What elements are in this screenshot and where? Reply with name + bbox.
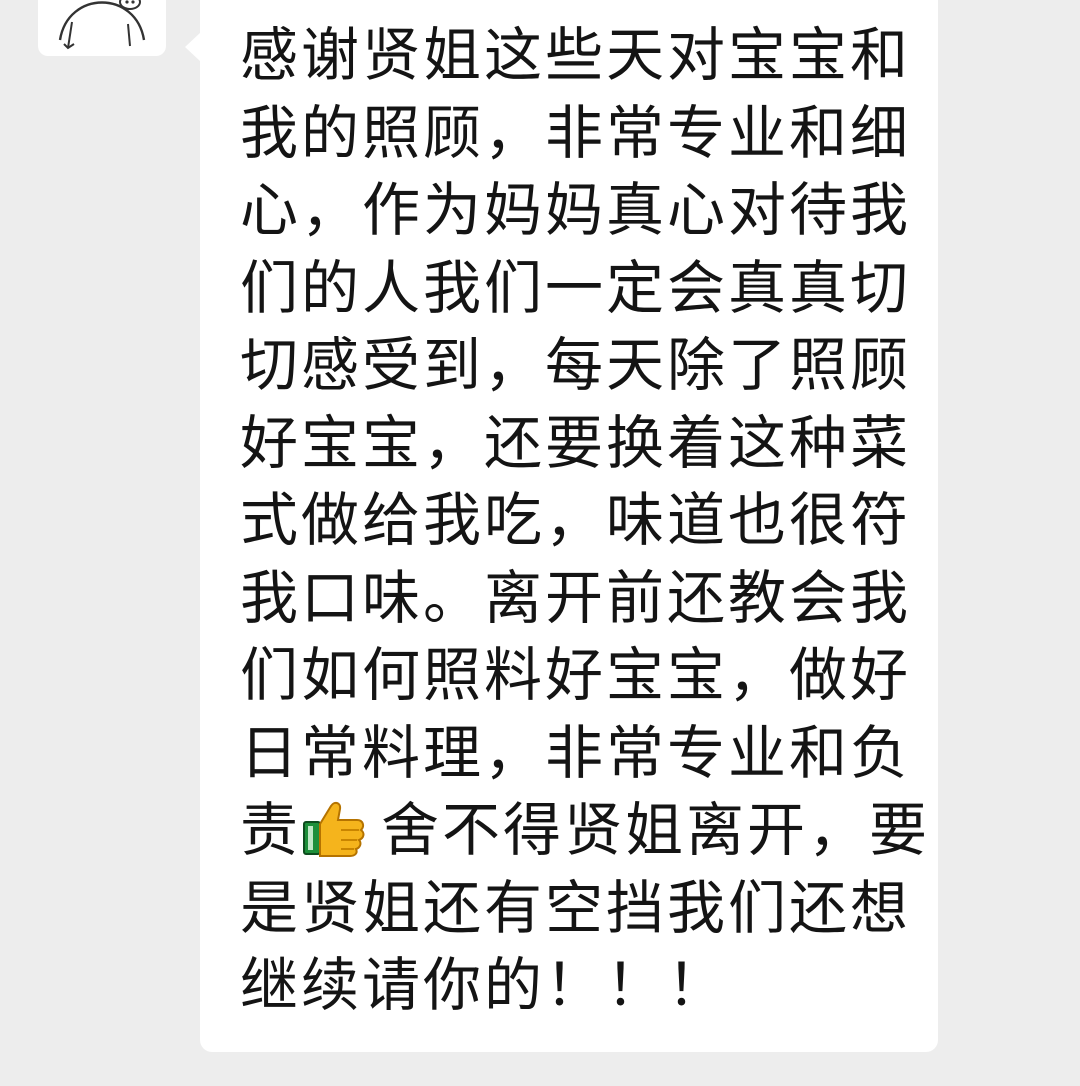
message-line: 继续请你的！！！ <box>240 951 729 1019</box>
message-line: 好宝宝，还要换着这种菜 <box>240 408 912 477</box>
message-line: 我的照顾，非常专业和细 <box>240 98 912 167</box>
bubble-tail <box>185 32 201 62</box>
message-line: 们如何照料好宝宝，做好 <box>240 641 912 709</box>
message-line-rest: 舍不得贤姐离开，要 <box>381 796 931 864</box>
message-line: 日常料理，非常专业和负 <box>240 718 912 787</box>
thumbs-up-icon <box>301 798 367 858</box>
message-line-prefix: 责 <box>240 796 302 864</box>
message-line: 感谢贤姐这些天对宝宝和 <box>240 21 912 89</box>
message-line: 式做给我吃，味道也很符 <box>240 486 912 554</box>
message-line: 切感受到，每天除了照顾 <box>240 331 912 399</box>
message-text: 感谢贤姐这些天对宝宝和 我的照顾，非常专业和细 心，作为妈妈真心对待我 们的人我… <box>240 17 927 1025</box>
message-line: 们的人我们一定会真真切 <box>240 253 912 322</box>
avatar[interactable] <box>38 0 166 56</box>
pig-doodle-icon <box>58 0 146 50</box>
message-bubble[interactable]: 感谢贤姐这些天对宝宝和 我的照顾，非常专业和细 心，作为妈妈真心对待我 们的人我… <box>185 0 938 1052</box>
message-line-with-emoji: 责 舍不得贤姐离开，要 <box>240 792 927 870</box>
message-line: 我口味。离开前还教会我 <box>240 563 912 632</box>
message-line: 是贤姐还有空挡我们还想 <box>240 873 912 942</box>
message-line: 心，作为妈妈真心对待我 <box>240 176 912 244</box>
